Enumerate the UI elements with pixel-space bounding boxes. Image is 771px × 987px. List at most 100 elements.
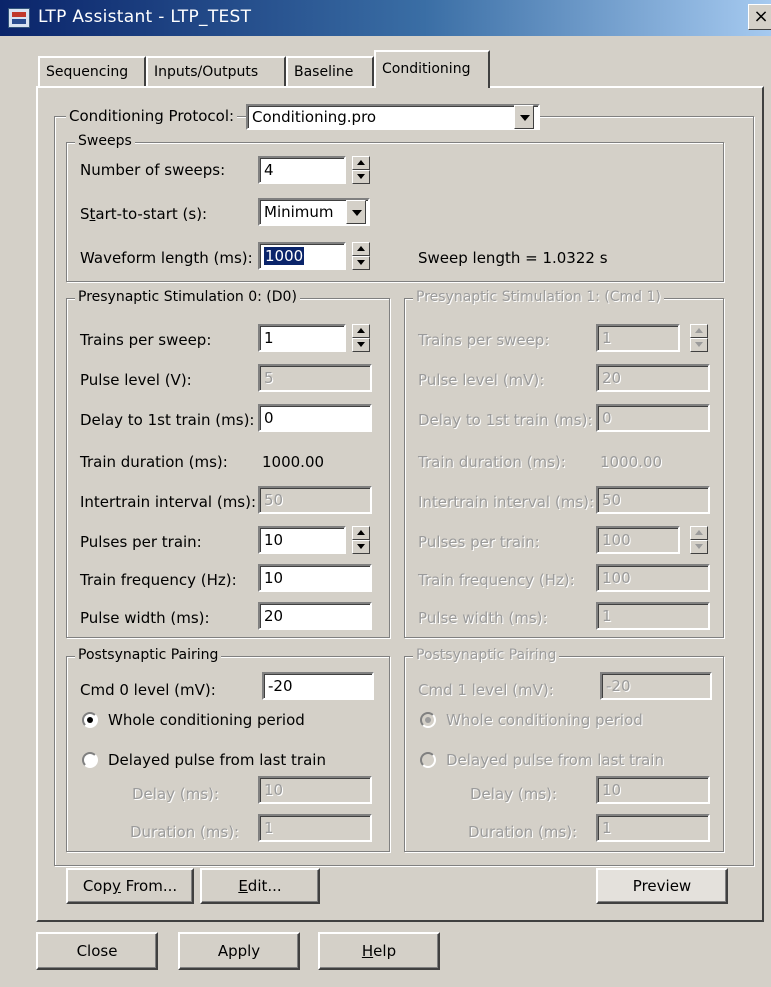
pre1-pulses-spinner [690, 526, 708, 554]
tab-conditioning[interactable]: Conditioning [374, 50, 490, 88]
pre1-pulses-input: 100 [596, 526, 680, 554]
post1-whole-period-radio [420, 712, 436, 728]
pre1-duration-label: Train duration (ms): [418, 453, 566, 471]
post1-delayed-pulse-radio [420, 752, 436, 768]
ltp-assistant-window: LTP Assistant - LTP_TEST × Sequencing In… [0, 0, 771, 987]
post0-whole-period-label[interactable]: Whole conditioning period [108, 710, 305, 730]
postsynaptic-0-title: Postsynaptic Pairing [75, 646, 222, 664]
pre0-freq-input[interactable]: 10 [258, 564, 372, 592]
tab-baseline[interactable]: Baseline [286, 56, 374, 86]
spin-up-icon[interactable] [352, 526, 370, 540]
pre0-duration-label: Train duration (ms): [80, 453, 228, 471]
pre1-intertrain-input: 50 [596, 486, 710, 514]
waveform-length-value: 1000 [264, 247, 305, 265]
post0-cmd-label: Cmd 0 level (mV): [80, 681, 216, 699]
pre0-intertrain-label: Intertrain interval (ms): [80, 493, 257, 511]
spin-up-icon[interactable] [352, 156, 370, 170]
post1-whole-period-label: Whole conditioning period [446, 711, 643, 729]
edit-label-mnemonic: E [238, 877, 248, 895]
waveform-length-input[interactable]: 1000 [258, 242, 346, 270]
app-icon [8, 8, 30, 28]
spin-down-icon[interactable] [352, 338, 370, 352]
pre1-freq-label: Train frequency (Hz): [418, 571, 575, 589]
edit-label-post: dit... [247, 877, 282, 895]
post0-delayed-pulse-radio[interactable] [82, 752, 98, 768]
waveform-length-spinner[interactable] [352, 242, 370, 270]
spin-down-icon[interactable] [352, 256, 370, 270]
pre0-trains-input[interactable]: 1 [258, 324, 346, 352]
post0-delay-input: 10 [258, 776, 372, 804]
start-to-start-label-post: art-to-start (s): [95, 205, 208, 223]
spin-down-icon [690, 540, 708, 554]
copy-from-button[interactable]: Copy From... [66, 868, 194, 904]
number-of-sweeps-label: Number of sweeps: [80, 161, 226, 179]
spin-up-icon[interactable] [352, 242, 370, 256]
pre0-delay-input[interactable]: 0 [258, 404, 372, 432]
pre0-trains-label: Trains per sweep: [80, 331, 212, 349]
spin-down-icon[interactable] [352, 540, 370, 554]
preview-button[interactable]: Preview [596, 868, 728, 904]
pre1-width-input: 1 [596, 602, 710, 630]
pre0-pulses-spinner[interactable] [352, 526, 370, 554]
spin-up-icon [690, 526, 708, 540]
number-of-sweeps-input[interactable]: 4 [258, 156, 346, 184]
number-of-sweeps-spinner[interactable] [352, 156, 370, 184]
pre1-width-label: Pulse width (ms): [418, 609, 548, 627]
tab-sequencing[interactable]: Sequencing [38, 56, 146, 86]
post1-cmd-label: Cmd 1 level (mV): [418, 681, 554, 699]
help-label-post: elp [373, 942, 397, 960]
post1-duration-label: Duration (ms): [468, 823, 578, 841]
pre0-trains-spinner[interactable] [352, 324, 370, 352]
help-label-mnemonic: H [361, 942, 374, 960]
pre0-duration-value: 1000.00 [262, 453, 325, 471]
pre0-width-input[interactable]: 20 [258, 602, 372, 630]
pre1-duration-value: 1000.00 [600, 453, 663, 471]
chevron-down-icon[interactable] [514, 105, 534, 129]
postsynaptic-1-title: Postsynaptic Pairing [413, 646, 560, 664]
tab-inputs-outputs[interactable]: Inputs/Outputs [146, 56, 286, 86]
post1-cmd-input: -20 [600, 672, 712, 700]
presynaptic-0-title: Presynaptic Stimulation 0: (D0) [75, 288, 300, 306]
edit-button[interactable]: Edit... [200, 868, 320, 904]
spin-up-icon[interactable] [352, 324, 370, 338]
pre1-trains-input: 1 [596, 324, 680, 352]
post0-delay-label: Delay (ms): [132, 785, 219, 803]
post1-delay-input: 10 [596, 776, 710, 804]
title-bar[interactable]: LTP Assistant - LTP_TEST × [0, 0, 771, 36]
copy-from-label-pre: Cop [82, 877, 113, 895]
pre1-freq-input: 100 [596, 564, 710, 592]
pre1-intertrain-label: Intertrain interval (ms): [418, 493, 595, 511]
post1-delayed-pulse-label: Delayed pulse from last train [446, 751, 664, 769]
copy-from-label-post: From... [120, 877, 178, 895]
post0-duration-label: Duration (ms): [130, 823, 240, 841]
start-to-start-label: Start-to-start (s): [80, 204, 207, 224]
help-button[interactable]: Help [318, 932, 440, 970]
pre0-pulses-input[interactable]: 10 [258, 526, 346, 554]
close-button[interactable]: Close [36, 932, 158, 970]
spin-up-icon [690, 324, 708, 338]
pre1-trains-spinner [690, 324, 708, 352]
sweep-length-readout: Sweep length = 1.0322 s [418, 249, 608, 267]
post1-delay-label: Delay (ms): [470, 785, 557, 803]
pre1-pulses-label: Pulses per train: [418, 533, 540, 551]
close-window-button[interactable]: × [748, 4, 771, 30]
pre0-pulse-level-label: Pulse level (V): [80, 371, 192, 389]
start-to-start-label-pre: S [80, 205, 90, 223]
conditioning-protocol-select[interactable]: Conditioning.pro [246, 104, 540, 130]
post0-whole-period-radio[interactable] [82, 712, 98, 728]
pre1-trains-label: Trains per sweep: [418, 331, 550, 349]
sweeps-group-title: Sweeps [75, 132, 135, 150]
post0-duration-input: 1 [258, 814, 372, 842]
window-title: LTP Assistant - LTP_TEST [38, 7, 252, 27]
waveform-length-label: Waveform length (ms): [80, 249, 253, 267]
spin-down-icon[interactable] [352, 170, 370, 184]
pre1-delay-input: 0 [596, 404, 710, 432]
chevron-down-icon[interactable] [346, 200, 366, 224]
presynaptic-1-title: Presynaptic Stimulation 1: (Cmd 1) [413, 288, 664, 306]
apply-button[interactable]: Apply [178, 932, 300, 970]
pre0-intertrain-input: 50 [258, 486, 372, 514]
post0-cmd-input[interactable]: -20 [262, 672, 374, 700]
pre1-pulse-level-input: 20 [596, 364, 710, 392]
post0-delayed-pulse-label[interactable]: Delayed pulse from last train [108, 750, 326, 770]
pre0-pulse-level-input: 5 [258, 364, 372, 392]
